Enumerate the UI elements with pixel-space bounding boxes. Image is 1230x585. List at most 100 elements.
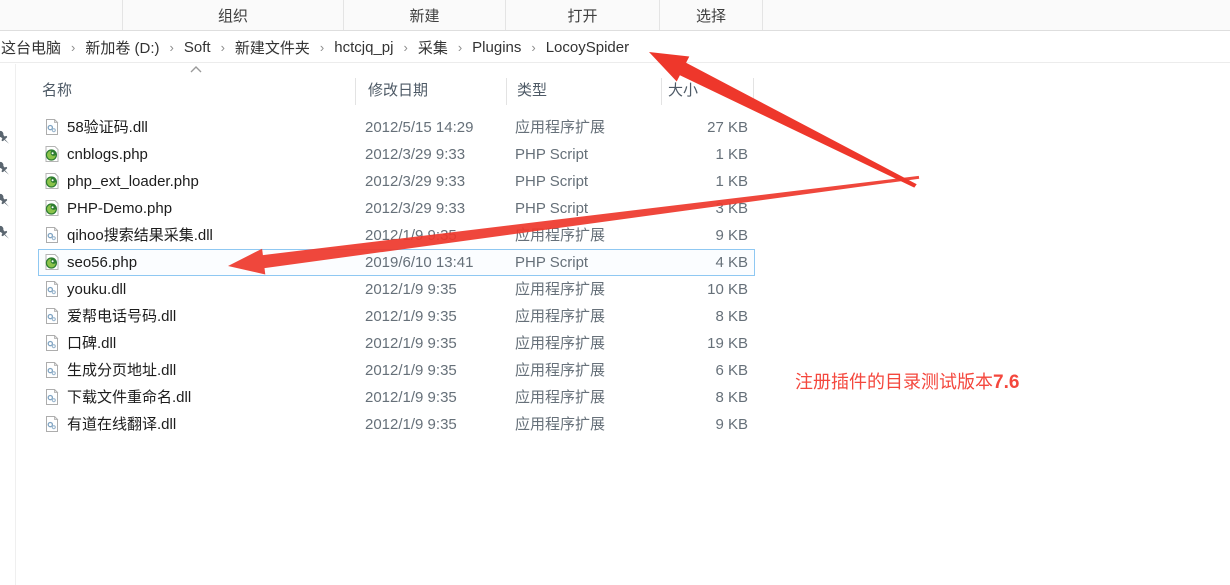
breadcrumb-item[interactable]: 新加卷 (D:) <box>81 37 163 58</box>
file-type: PHP Script <box>515 141 588 168</box>
column-header-name[interactable]: 名称 <box>42 76 72 106</box>
php-file-icon <box>44 200 60 216</box>
file-row[interactable]: seo56.php 2019/6/10 13:41 PHP Script 4 K… <box>38 249 755 276</box>
pushpin-icon <box>0 192 10 209</box>
dll-file-icon <box>44 119 60 135</box>
column-separator[interactable] <box>506 78 507 105</box>
file-date-modified: 2012/1/9 9:35 <box>365 411 457 438</box>
file-row[interactable]: 生成分页地址.dll 2012/1/9 9:35 应用程序扩展 6 KB <box>38 357 755 384</box>
file-name: php_ext_loader.php <box>67 168 199 195</box>
annotation-text: 注册插件的目录测试版本7.6 <box>795 368 1019 394</box>
file-size: 4 KB <box>616 249 748 276</box>
breadcrumb-item[interactable]: Soft <box>180 39 215 56</box>
ribbon-group-organize[interactable]: 组织 <box>123 0 344 30</box>
file-date-modified: 2012/3/29 9:33 <box>365 141 465 168</box>
breadcrumb-item[interactable]: 新建文件夹 <box>231 37 314 58</box>
dll-file-icon <box>44 227 60 243</box>
column-separator[interactable] <box>355 78 356 105</box>
breadcrumb: 这台电脑›新加卷 (D:)›Soft›新建文件夹›hctcjq_pj›采集›Pl… <box>0 32 1230 63</box>
annotation-version: 7.6 <box>993 372 1019 393</box>
file-type: 应用程序扩展 <box>515 222 605 249</box>
dll-file-icon <box>44 389 60 405</box>
column-header-size[interactable]: 大小 <box>668 76 698 106</box>
file-row[interactable]: 58验证码.dll 2012/5/15 14:29 应用程序扩展 27 KB <box>38 114 755 141</box>
dll-file-icon <box>44 416 60 432</box>
file-size: 8 KB <box>616 303 748 330</box>
php-file-icon <box>44 173 60 189</box>
file-name: qihoo搜索结果采集.dll <box>67 222 213 249</box>
file-size: 10 KB <box>616 276 748 303</box>
breadcrumb-item[interactable]: Plugins <box>468 39 525 56</box>
breadcrumb-separator-icon: › <box>314 40 330 55</box>
breadcrumb-separator-icon: › <box>397 40 413 55</box>
breadcrumb-separator-icon: › <box>452 40 468 55</box>
column-header-row: 名称 修改日期 类型 大小 <box>0 76 1230 106</box>
file-row[interactable]: PHP-Demo.php 2012/3/29 9:33 PHP Script 3… <box>38 195 755 222</box>
file-size: 1 KB <box>616 141 748 168</box>
file-name: 下载文件重命名.dll <box>67 384 191 411</box>
column-separator[interactable] <box>661 78 662 105</box>
file-date-modified: 2012/5/15 14:29 <box>365 114 473 141</box>
file-type: 应用程序扩展 <box>515 357 605 384</box>
file-size: 9 KB <box>616 222 748 249</box>
file-name: cnblogs.php <box>67 141 148 168</box>
file-type: 应用程序扩展 <box>515 276 605 303</box>
file-name: seo56.php <box>67 249 137 276</box>
file-type: PHP Script <box>515 195 588 222</box>
file-date-modified: 2019/6/10 13:41 <box>365 249 473 276</box>
file-name: 58验证码.dll <box>67 114 148 141</box>
file-size: 27 KB <box>616 114 748 141</box>
chevron-up-icon <box>190 66 202 73</box>
breadcrumb-item[interactable]: 采集 <box>414 37 452 58</box>
file-name: PHP-Demo.php <box>67 195 172 222</box>
pushpin-icon <box>0 224 10 241</box>
pushpin-icon <box>0 129 10 146</box>
file-name: youku.dll <box>67 276 126 303</box>
file-date-modified: 2012/1/9 9:35 <box>365 384 457 411</box>
file-size: 6 KB <box>616 357 748 384</box>
file-date-modified: 2012/3/29 9:33 <box>365 195 465 222</box>
file-date-modified: 2012/1/9 9:35 <box>365 357 457 384</box>
file-row[interactable]: qihoo搜索结果采集.dll 2012/1/9 9:35 应用程序扩展 9 K… <box>38 222 755 249</box>
breadcrumb-item[interactable]: LocoySpider <box>542 39 633 56</box>
breadcrumb-separator-icon: › <box>65 40 81 55</box>
column-header-date-modified[interactable]: 修改日期 <box>368 76 428 106</box>
file-row[interactable]: 口碑.dll 2012/1/9 9:35 应用程序扩展 19 KB <box>38 330 755 357</box>
breadcrumb-item[interactable]: 这台电脑 <box>0 37 65 58</box>
ribbon-group-empty <box>0 0 123 30</box>
ribbon-group-select[interactable]: 选择 <box>660 0 763 30</box>
file-type: 应用程序扩展 <box>515 330 605 357</box>
file-row[interactable]: php_ext_loader.php 2012/3/29 9:33 PHP Sc… <box>38 168 755 195</box>
breadcrumb-separator-icon: › <box>215 40 231 55</box>
file-size: 19 KB <box>616 330 748 357</box>
ribbon-group-open-label: 打开 <box>567 5 597 26</box>
column-header-type[interactable]: 类型 <box>517 76 547 106</box>
file-date-modified: 2012/1/9 9:35 <box>365 303 457 330</box>
ribbon-group-open[interactable]: 打开 <box>506 0 660 30</box>
file-type: PHP Script <box>515 249 588 276</box>
breadcrumb-separator-icon: › <box>164 40 180 55</box>
dll-file-icon <box>44 281 60 297</box>
breadcrumb-item[interactable]: hctcjq_pj <box>330 39 397 56</box>
file-date-modified: 2012/3/29 9:33 <box>365 168 465 195</box>
dll-file-icon <box>44 335 60 351</box>
file-date-modified: 2012/1/9 9:35 <box>365 330 457 357</box>
ribbon-group-new[interactable]: 新建 <box>344 0 506 30</box>
file-row[interactable]: 有道在线翻译.dll 2012/1/9 9:35 应用程序扩展 9 KB <box>38 411 755 438</box>
file-type: 应用程序扩展 <box>515 411 605 438</box>
file-name: 生成分页地址.dll <box>67 357 176 384</box>
file-size: 9 KB <box>616 411 748 438</box>
column-separator[interactable] <box>753 78 754 105</box>
file-row[interactable]: 下载文件重命名.dll 2012/1/9 9:35 应用程序扩展 8 KB <box>38 384 755 411</box>
file-row[interactable]: 爱帮电话号码.dll 2012/1/9 9:35 应用程序扩展 8 KB <box>38 303 755 330</box>
dll-file-icon <box>44 362 60 378</box>
file-date-modified: 2012/1/9 9:35 <box>365 222 457 249</box>
file-name: 有道在线翻译.dll <box>67 411 176 438</box>
ribbon-group-organize-label: 组织 <box>218 5 248 26</box>
dll-file-icon <box>44 308 60 324</box>
file-date-modified: 2012/1/9 9:35 <box>365 276 457 303</box>
file-row[interactable]: youku.dll 2012/1/9 9:35 应用程序扩展 10 KB <box>38 276 755 303</box>
file-row[interactable]: cnblogs.php 2012/3/29 9:33 PHP Script 1 … <box>38 141 755 168</box>
ribbon-toolbar: 组织 新建 打开 选择 <box>0 0 1230 31</box>
breadcrumb-separator-icon: › <box>525 40 541 55</box>
